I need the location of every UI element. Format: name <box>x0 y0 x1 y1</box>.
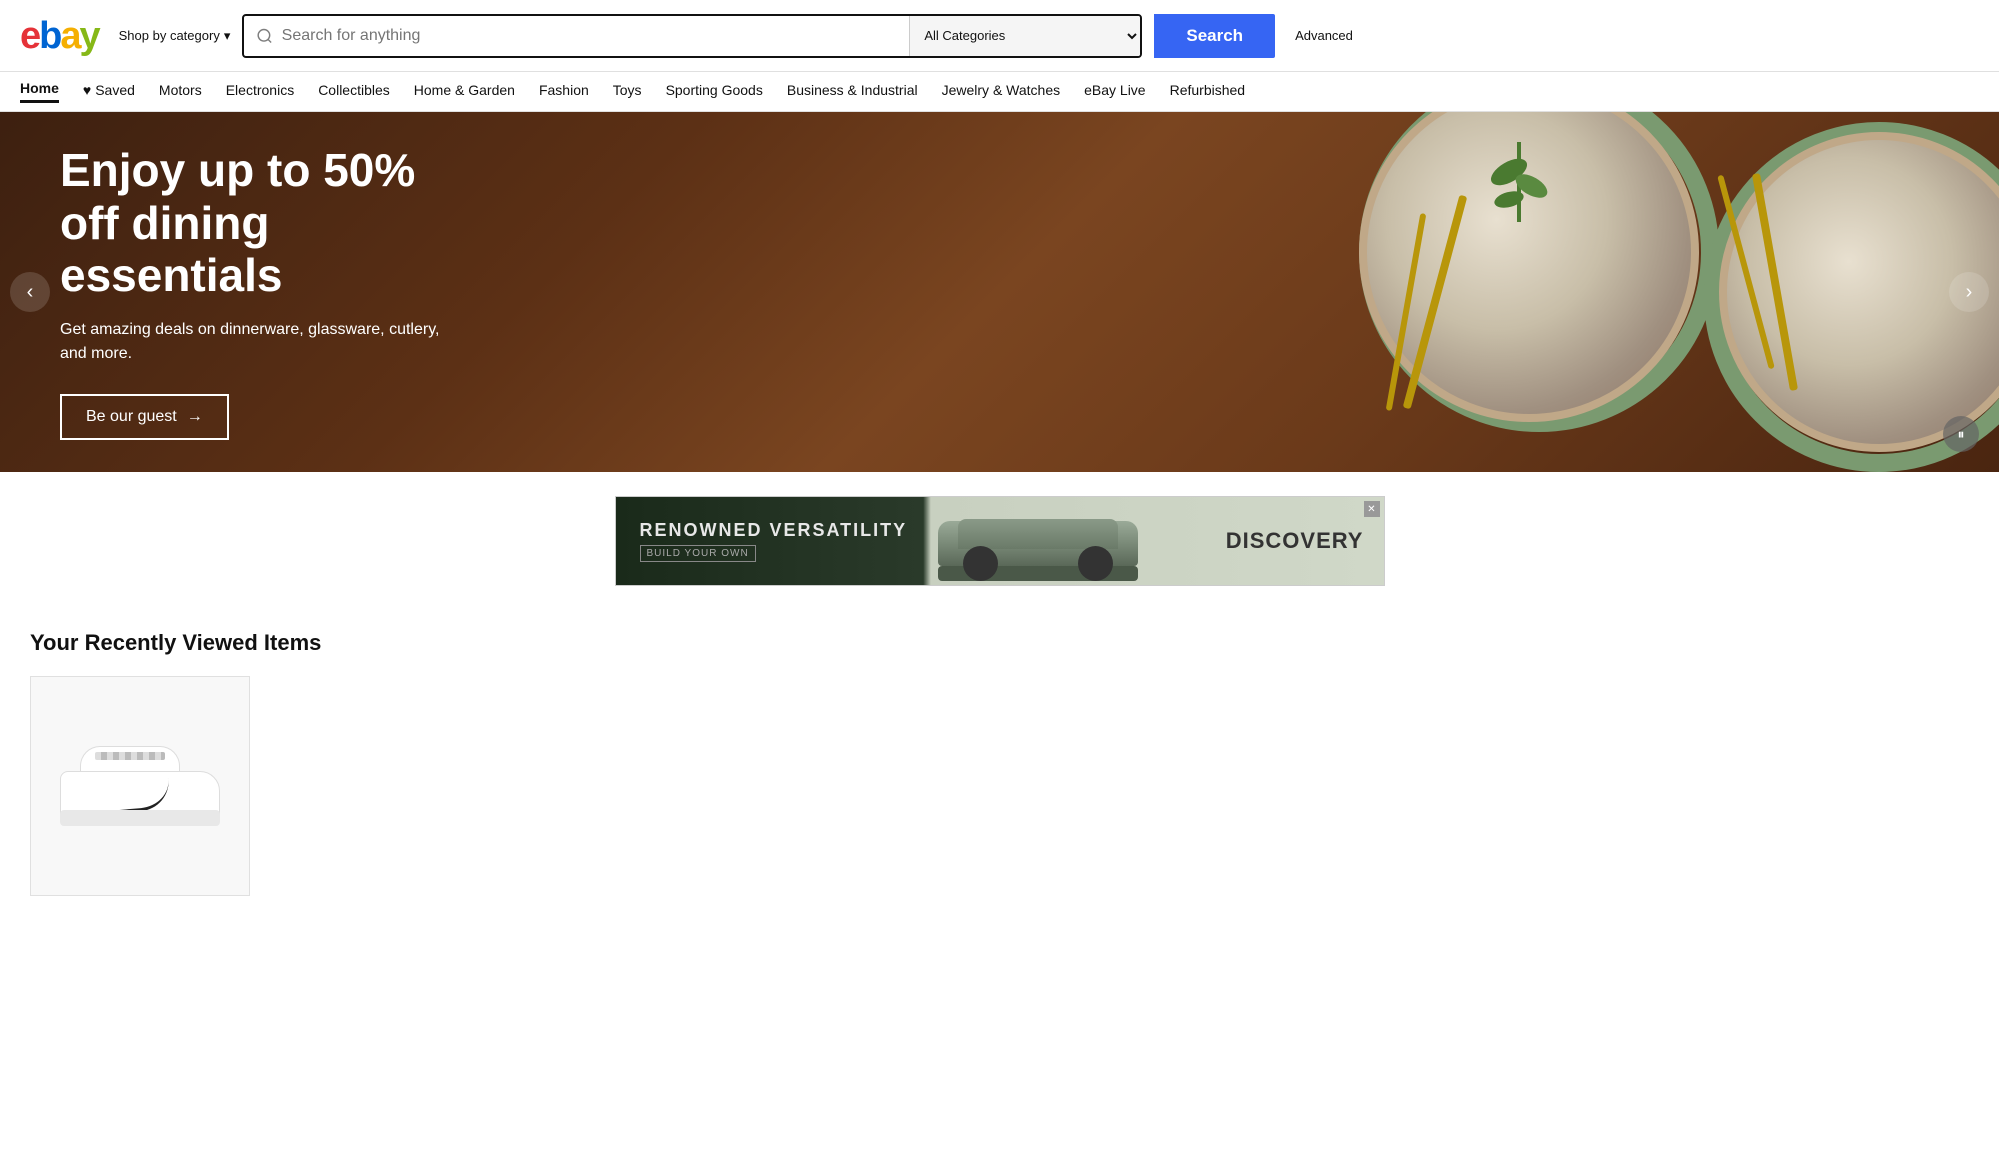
heart-icon: ♥ <box>83 82 91 98</box>
hero-content: Enjoy up to 50% off dining essentials Ge… <box>0 112 500 472</box>
ad-cta-button[interactable]: BUILD YOUR OWN <box>640 545 756 562</box>
ad-banner-container: RENOWNED VERSATILITY BUILD YOUR OWN DISC… <box>0 472 1999 610</box>
hero-title: Enjoy up to 50% off dining essentials <box>60 144 440 303</box>
hero-cta-button[interactable]: Be our guest → <box>60 394 229 440</box>
hero-banner: Enjoy up to 50% off dining essentials Ge… <box>0 112 1999 472</box>
nav-item-ebay-live[interactable]: eBay Live <box>1084 82 1145 102</box>
hero-next-button[interactable]: › <box>1949 272 1989 312</box>
product-card[interactable] <box>30 676 250 896</box>
ad-car-image <box>938 501 1138 581</box>
category-select[interactable]: All CategoriesAntiquesArtBabyBooksBusine… <box>909 16 1140 56</box>
hero-cta-label: Be our guest <box>86 408 177 426</box>
plant-decoration <box>1489 142 1549 262</box>
nav-item-electronics[interactable]: Electronics <box>226 82 294 102</box>
shop-by-category-button[interactable]: Shop by category <box>119 28 231 44</box>
shop-by-category-label: Shop by category <box>119 28 220 43</box>
chevron-left-icon: ‹ <box>27 281 34 304</box>
nav-item-home-garden[interactable]: Home & Garden <box>414 82 515 102</box>
hero-cta-arrow: → <box>187 408 203 426</box>
search-input-wrapper <box>244 16 909 56</box>
nav-item-toys[interactable]: Toys <box>613 82 642 102</box>
chevron-right-icon: › <box>1966 281 1973 304</box>
nav-item-motors[interactable]: Motors <box>159 82 202 102</box>
advanced-link[interactable]: Advanced <box>1295 28 1353 43</box>
nav-item-home[interactable]: Home <box>20 80 59 103</box>
chevron-down-icon <box>224 28 231 44</box>
hero-subtitle: Get amazing deals on dinnerware, glasswa… <box>60 318 440 366</box>
hero-prev-button[interactable]: ‹ <box>10 272 50 312</box>
sneaker-image <box>60 746 220 826</box>
recently-viewed-section: Your Recently Viewed Items <box>0 610 1999 916</box>
search-button[interactable]: Search <box>1154 14 1275 58</box>
nav-item-saved[interactable]: ♥ Saved <box>83 82 135 102</box>
recently-viewed-title: Your Recently Viewed Items <box>30 630 1969 656</box>
nav-item-fashion[interactable]: Fashion <box>539 82 589 102</box>
nav-item-collectibles[interactable]: Collectibles <box>318 82 390 102</box>
ad-title: RENOWNED VERSATILITY <box>640 520 980 541</box>
header: ebay Shop by category All CategoriesAnti… <box>0 0 1999 72</box>
nav-item-sporting-goods[interactable]: Sporting Goods <box>666 82 763 102</box>
pause-icon: ⏸ <box>1958 426 1965 443</box>
nav-item-refurbished[interactable]: Refurbished <box>1170 82 1246 102</box>
search-icon <box>256 27 273 45</box>
nav-item-business-industrial[interactable]: Business & Industrial <box>787 82 918 102</box>
ad-close-button[interactable]: ✕ <box>1364 501 1380 517</box>
search-bar: All CategoriesAntiquesArtBabyBooksBusine… <box>242 14 1142 58</box>
nav-bar: Home ♥ Saved Motors Electronics Collecti… <box>0 72 1999 112</box>
recently-viewed-items <box>30 676 1969 896</box>
nav-item-jewelry-watches[interactable]: Jewelry & Watches <box>942 82 1061 102</box>
advertisement: RENOWNED VERSATILITY BUILD YOUR OWN DISC… <box>615 496 1385 586</box>
search-input[interactable] <box>282 27 898 45</box>
logo[interactable]: ebay <box>20 17 99 55</box>
hero-pause-button[interactable]: ⏸ <box>1943 416 1979 452</box>
ad-brand-name: DISCOVERY <box>1226 528 1364 554</box>
